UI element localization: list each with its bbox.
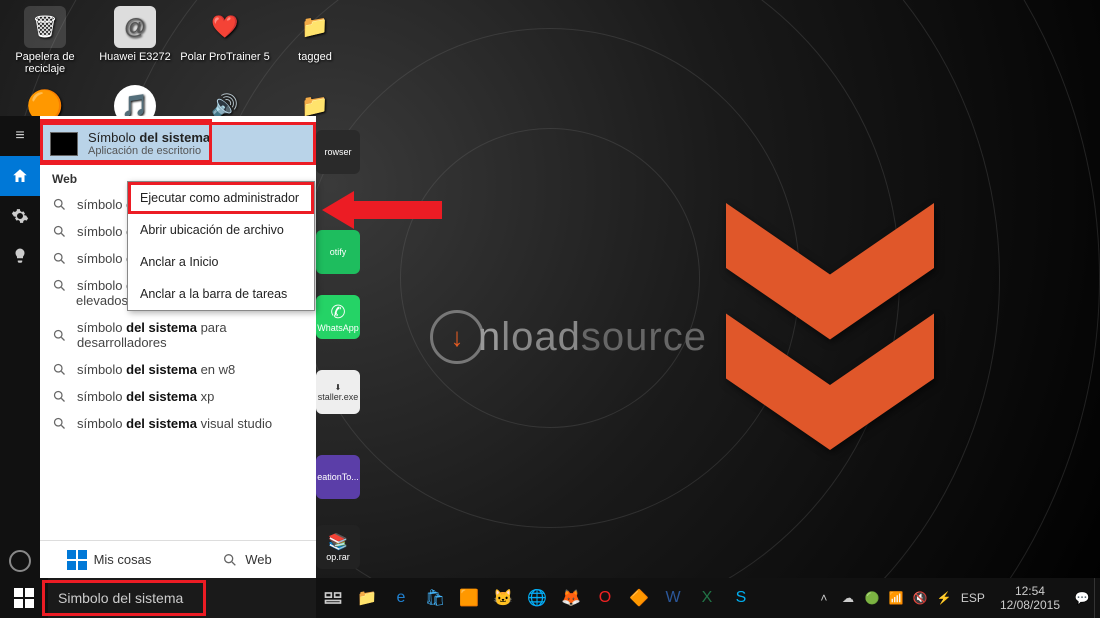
- download-icon: ↓: [430, 310, 484, 364]
- tray-sync-icon[interactable]: 🟢: [860, 591, 884, 605]
- gear-icon[interactable]: [0, 196, 40, 236]
- search-icon: [52, 389, 67, 404]
- taskbar-pinned-opera[interactable]: O: [588, 578, 622, 618]
- search-icon: [52, 362, 67, 377]
- taskbar-pinned-excel[interactable]: X: [690, 578, 724, 618]
- desktop-icon-partial[interactable]: rowser: [316, 130, 360, 174]
- polar-icon: ❤️: [204, 6, 246, 48]
- taskbar-pinned-edge[interactable]: e: [384, 578, 418, 618]
- tray-time: 12:54: [1000, 584, 1060, 598]
- search-icon: [52, 224, 67, 239]
- best-match-subtitle: Aplicación de escritorio: [88, 145, 210, 157]
- context-run-as-admin[interactable]: Ejecutar como administrador: [128, 182, 314, 214]
- huawei-icon: @: [114, 6, 156, 48]
- tray-battery-icon[interactable]: ⚡: [932, 591, 956, 605]
- feedback-icon[interactable]: [0, 236, 40, 276]
- whatsapp-icon[interactable]: ✆WhatsApp: [316, 295, 360, 339]
- tray-date: 12/08/2015: [1000, 598, 1060, 612]
- taskbar-pinned-store[interactable]: 🛍: [418, 578, 452, 618]
- home-icon[interactable]: [0, 156, 40, 196]
- orange-chevrons-logo: [700, 190, 960, 455]
- tray-volume-icon[interactable]: 🔇: [908, 591, 932, 605]
- folder-icon: 📁: [294, 6, 336, 48]
- best-match-title-bold: del sistema: [139, 130, 210, 145]
- search-icon: [52, 328, 67, 343]
- windows-icon: [67, 550, 87, 570]
- context-open-location[interactable]: Abrir ubicación de archivo: [128, 214, 314, 246]
- desktop-icon[interactable]: ❤️Polar ProTrainer 5: [180, 6, 270, 75]
- my-stuff-tab[interactable]: Mis cosas: [40, 541, 178, 578]
- search-suggestion[interactable]: símbolo del sistema visual studio: [40, 410, 316, 437]
- rar-icon[interactable]: 📚op.rar: [316, 525, 360, 569]
- context-menu: Ejecutar como administrador Abrir ubicac…: [127, 181, 315, 311]
- taskbar-pinned-app[interactable]: 🔶: [622, 578, 656, 618]
- downloadsource-watermark: ↓ nloadsource: [430, 310, 707, 364]
- start-button[interactable]: [0, 578, 48, 618]
- cortana-icon[interactable]: [9, 550, 31, 572]
- search-sidebar: ≡: [0, 116, 40, 578]
- taskbar-pinned-chrome[interactable]: 🌐: [520, 578, 554, 618]
- search-icon: [52, 251, 67, 266]
- taskbar-pinned-app[interactable]: 🟧: [452, 578, 486, 618]
- context-pin-to-taskbar[interactable]: Anclar a la barra de tareas: [128, 278, 314, 310]
- installer-icon[interactable]: ⬇staller.exe: [316, 370, 360, 414]
- tray-clock[interactable]: 12:54 12/08/2015: [990, 584, 1070, 612]
- taskbar-pinned-explorer[interactable]: 📁: [350, 578, 384, 618]
- taskbar-pinned-firefox[interactable]: 🦊: [554, 578, 588, 618]
- system-tray: ˄ ☁ 🟢 📶 🔇 ⚡ ESP 12:54 12/08/2015 💬: [812, 578, 1100, 618]
- desktop-icons-row-1: 🗑Papelera de reciclaje @Huawei E3272 ❤️P…: [0, 6, 360, 75]
- search-icon: [222, 552, 238, 568]
- taskbar-pinned-skype[interactable]: S: [724, 578, 758, 618]
- windows-icon: [14, 588, 34, 608]
- search-icon: [52, 416, 67, 431]
- tray-language[interactable]: ESP: [956, 591, 990, 605]
- recycle-bin-icon: 🗑: [24, 6, 66, 48]
- taskbar: Simbolo del sistema 📁 e 🛍 🟧 🐱 🌐 🦊 O 🔶 W …: [0, 578, 1100, 618]
- cmd-icon: [50, 132, 78, 156]
- taskbar-pinned-word[interactable]: W: [656, 578, 690, 618]
- hamburger-icon[interactable]: ≡: [0, 116, 40, 156]
- search-filter-tabs: Mis cosas Web: [40, 540, 316, 578]
- creation-tool-icon[interactable]: eationTo...: [316, 455, 360, 499]
- best-match-result[interactable]: Símbolo del sistema Aplicación de escrit…: [40, 122, 316, 165]
- task-view-button[interactable]: [316, 578, 350, 618]
- search-input[interactable]: Simbolo del sistema: [48, 578, 316, 618]
- tray-network-icon[interactable]: 📶: [884, 591, 908, 605]
- show-desktop-button[interactable]: [1094, 578, 1100, 618]
- context-pin-to-start[interactable]: Anclar a Inicio: [128, 246, 314, 278]
- search-icon: [52, 197, 67, 212]
- desktop-icon[interactable]: 📁tagged: [270, 6, 360, 75]
- annotation-arrow: [322, 187, 442, 238]
- search-suggestion[interactable]: símbolo del sistema para desarrolladores: [40, 314, 316, 356]
- web-tab[interactable]: Web: [178, 541, 316, 578]
- tray-action-center-icon[interactable]: 💬: [1070, 591, 1094, 605]
- search-suggestion[interactable]: símbolo del sistema en w8: [40, 356, 316, 383]
- tray-chevron-icon[interactable]: ˄: [812, 591, 836, 605]
- search-input-value: Simbolo del sistema: [58, 590, 183, 606]
- desktop-icon[interactable]: @Huawei E3272: [90, 6, 180, 75]
- tray-onedrive-icon[interactable]: ☁: [836, 591, 860, 605]
- search-suggestion[interactable]: símbolo del sistema xp: [40, 383, 316, 410]
- taskbar-pinned-app[interactable]: 🐱: [486, 578, 520, 618]
- desktop-icon[interactable]: 🗑Papelera de reciclaje: [0, 6, 90, 75]
- search-icon: [52, 278, 67, 293]
